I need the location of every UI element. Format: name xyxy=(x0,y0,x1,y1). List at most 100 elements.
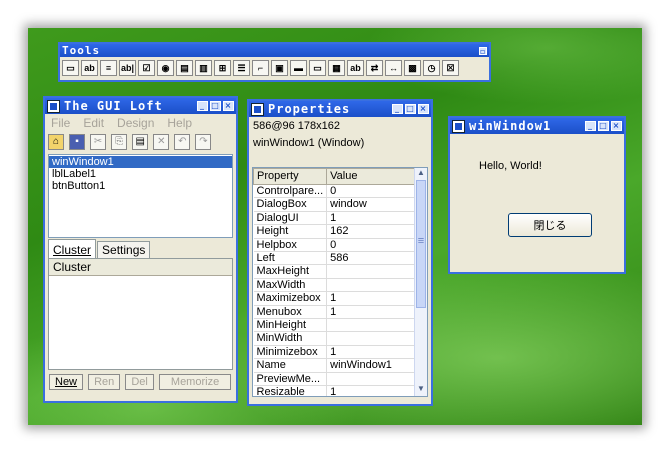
tab-settings[interactable]: Settings xyxy=(97,241,151,258)
property-value[interactable] xyxy=(326,372,415,387)
timer-tool-icon[interactable]: ◷ xyxy=(423,60,440,76)
rename-button[interactable]: Ren xyxy=(88,374,121,390)
tab-tool-icon[interactable]: ▣ xyxy=(271,60,288,76)
listview-tool-icon[interactable]: ▤ xyxy=(176,60,193,76)
menu-tool-icon[interactable]: ☰ xyxy=(233,60,250,76)
new-button[interactable]: New xyxy=(49,374,84,390)
property-row[interactable]: DialogUI 1 xyxy=(253,211,415,226)
slider-tool-icon[interactable]: ⇄ xyxy=(366,60,383,76)
minimize-icon[interactable]: _ xyxy=(585,121,596,131)
progress-tool-icon[interactable]: ▬ xyxy=(290,60,307,76)
property-value[interactable]: 1 xyxy=(326,291,415,306)
property-value[interactable] xyxy=(326,331,415,346)
property-row[interactable]: Helpbox 0 xyxy=(253,238,415,253)
property-row[interactable]: Minimizebox 1 xyxy=(253,345,415,360)
tools-close-icon[interactable]: ▫ xyxy=(479,46,487,55)
close-tool-icon[interactable]: ☒ xyxy=(442,60,459,76)
cluster-column-header[interactable]: Cluster xyxy=(49,259,232,276)
paste-icon[interactable]: ▤ xyxy=(132,134,149,150)
label-tool-icon[interactable]: ▭ xyxy=(62,60,79,76)
rich-text-tool-icon[interactable]: ab xyxy=(347,60,364,76)
menu-edit[interactable]: Edit xyxy=(83,116,104,130)
property-value[interactable]: 0 xyxy=(326,238,415,253)
property-value[interactable] xyxy=(326,264,415,279)
maximize-icon[interactable]: □ xyxy=(210,101,221,111)
property-name: MinHeight xyxy=(253,318,328,333)
edit-tool-icon[interactable]: ab| xyxy=(119,60,136,76)
property-value[interactable]: 1 xyxy=(326,385,415,396)
radio-tool-icon[interactable]: ◉ xyxy=(157,60,174,76)
text-tool-icon[interactable]: ab xyxy=(81,60,98,76)
property-row[interactable]: Name winWindow1 xyxy=(253,358,415,373)
property-row[interactable]: DialogBox window xyxy=(253,197,415,212)
delete-button[interactable]: Del xyxy=(125,374,154,390)
property-name: DialogBox xyxy=(253,197,328,212)
image-tool-icon[interactable]: ▦ xyxy=(328,60,345,76)
tab-cluster[interactable]: Cluster xyxy=(48,239,97,258)
property-name: Left xyxy=(253,251,328,266)
property-row[interactable]: MaxHeight xyxy=(253,264,415,279)
property-row[interactable]: Resizable 1 xyxy=(253,385,415,396)
close-button[interactable]: 閉じる xyxy=(508,213,592,237)
list-tool-icon[interactable]: ≡ xyxy=(100,60,117,76)
property-row[interactable]: MinHeight xyxy=(253,318,415,333)
delete-icon[interactable]: ✕ xyxy=(153,134,170,150)
property-value[interactable]: 1 xyxy=(326,305,415,320)
checkbox-tool-icon[interactable]: ☑ xyxy=(138,60,155,76)
property-value[interactable] xyxy=(326,278,415,293)
vertical-scrollbar[interactable]: ▲ ≡ ▼ xyxy=(414,168,427,396)
property-value[interactable]: winWindow1 xyxy=(326,358,415,373)
property-name: Name xyxy=(253,358,328,373)
close-icon[interactable]: × xyxy=(223,101,234,111)
column-header-property[interactable]: Property xyxy=(253,168,328,185)
property-value[interactable]: 0 xyxy=(326,184,415,199)
grid-tool-icon[interactable]: ▩ xyxy=(404,60,421,76)
close-icon[interactable]: × xyxy=(611,121,622,131)
column-header-value[interactable]: Value xyxy=(326,168,415,185)
memorize-button[interactable]: Memorize xyxy=(158,374,232,390)
property-row[interactable]: Left 586 xyxy=(253,251,415,266)
copy-icon[interactable]: ⎘ xyxy=(111,134,128,150)
scroll-up-icon[interactable]: ▲ xyxy=(415,168,427,180)
status-tool-icon[interactable]: ▭ xyxy=(309,60,326,76)
property-row[interactable]: MaxWidth xyxy=(253,278,415,293)
property-row[interactable]: Menubox 1 xyxy=(253,305,415,320)
properties-titlebar[interactable]: Properties _ □ × xyxy=(249,101,431,117)
menu-design[interactable]: Design xyxy=(117,116,154,130)
property-value[interactable]: window xyxy=(326,197,415,212)
property-row[interactable]: PreviewMe... xyxy=(253,372,415,387)
tree-item-winwindow1[interactable]: winWindow1 xyxy=(49,156,232,168)
property-row[interactable]: MinWidth xyxy=(253,331,415,346)
tree-tool-icon[interactable]: ⊞ xyxy=(214,60,231,76)
property-row[interactable]: Height 162 xyxy=(253,224,415,239)
property-row[interactable]: Maximizebox 1 xyxy=(253,291,415,306)
updown-tool-icon[interactable]: ↔ xyxy=(385,60,402,76)
menu-help[interactable]: Help xyxy=(167,116,192,130)
scroll-down-icon[interactable]: ▼ xyxy=(415,384,427,396)
redo-icon[interactable]: ↷ xyxy=(195,134,212,150)
frame-tool-icon[interactable]: ⌐ xyxy=(252,60,269,76)
property-value[interactable]: 586 xyxy=(326,251,415,266)
gui-loft-titlebar[interactable]: The GUI Loft _ □ × xyxy=(45,98,236,114)
undo-icon[interactable]: ↶ xyxy=(174,134,191,150)
property-value[interactable] xyxy=(326,318,415,333)
maximize-icon[interactable]: □ xyxy=(405,104,416,114)
property-value[interactable]: 1 xyxy=(326,345,415,360)
tree-item-btnbutton1[interactable]: btnButton1 xyxy=(49,180,232,192)
maximize-icon[interactable]: □ xyxy=(598,121,609,131)
property-value[interactable]: 1 xyxy=(326,211,415,226)
cut-icon[interactable]: ✂ xyxy=(90,134,107,150)
menu-file[interactable]: File xyxy=(51,116,70,130)
close-icon[interactable]: × xyxy=(418,104,429,114)
tools-titlebar[interactable]: Tools ▫ xyxy=(60,44,489,57)
tree-item-lbllabel1[interactable]: lblLabel1 xyxy=(49,168,232,180)
preview-titlebar[interactable]: winWindow1 _ □ × xyxy=(450,118,624,134)
property-value[interactable]: 162 xyxy=(326,224,415,239)
scroll-thumb[interactable]: ≡ xyxy=(416,180,426,308)
save-icon[interactable]: ▪ xyxy=(69,134,86,150)
minimize-icon[interactable]: _ xyxy=(197,101,208,111)
property-row[interactable]: Controlpare... 0 xyxy=(253,184,415,199)
combo-tool-icon[interactable]: ▥ xyxy=(195,60,212,76)
open-folder-icon[interactable]: ⌂ xyxy=(48,134,64,150)
minimize-icon[interactable]: _ xyxy=(392,104,403,114)
